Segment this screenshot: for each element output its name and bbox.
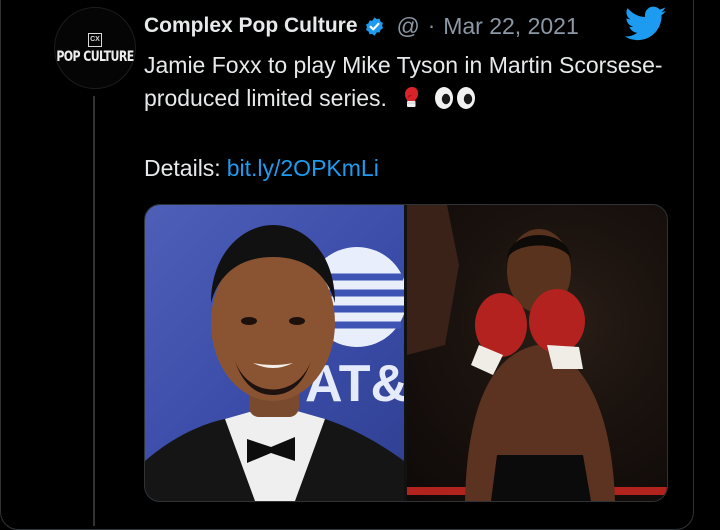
boxing-glove-emoji <box>405 87 419 107</box>
photo-left-illustration: AT& <box>145 225 408 501</box>
tweet-header: Complex Pop Culture @ · Mar 22, 2021 <box>144 10 579 42</box>
photo-jamie-foxx[interactable]: AT& <box>145 205 408 501</box>
thread-line <box>93 96 95 526</box>
details-label: Details: <box>144 155 221 181</box>
verified-badge-icon <box>365 16 383 36</box>
details-line: Details: bit.ly/2OPKmLi <box>144 152 379 185</box>
twitter-bird-icon <box>625 6 667 41</box>
author-name[interactable]: Complex Pop Culture <box>144 14 358 38</box>
photo-right-illustration <box>407 205 667 501</box>
avatar-logo-text: POP CULTURE <box>56 48 134 65</box>
details-link[interactable]: bit.ly/2OPKmLi <box>227 155 379 181</box>
avatar[interactable]: CX POP CULTURE <box>54 7 136 89</box>
tweet-media[interactable]: AT& <box>144 204 668 502</box>
separator-dot: · <box>427 13 436 38</box>
avatar-logo-mark: CX <box>88 33 102 47</box>
tweet-text: Jamie Foxx to play Mike Tyson in Martin … <box>144 49 664 115</box>
photo-mike-tyson[interactable] <box>407 205 667 501</box>
eyes-emoji <box>434 87 475 109</box>
author-handle[interactable]: @ <box>397 13 420 40</box>
tweet-date[interactable]: Mar 22, 2021 <box>443 13 579 40</box>
